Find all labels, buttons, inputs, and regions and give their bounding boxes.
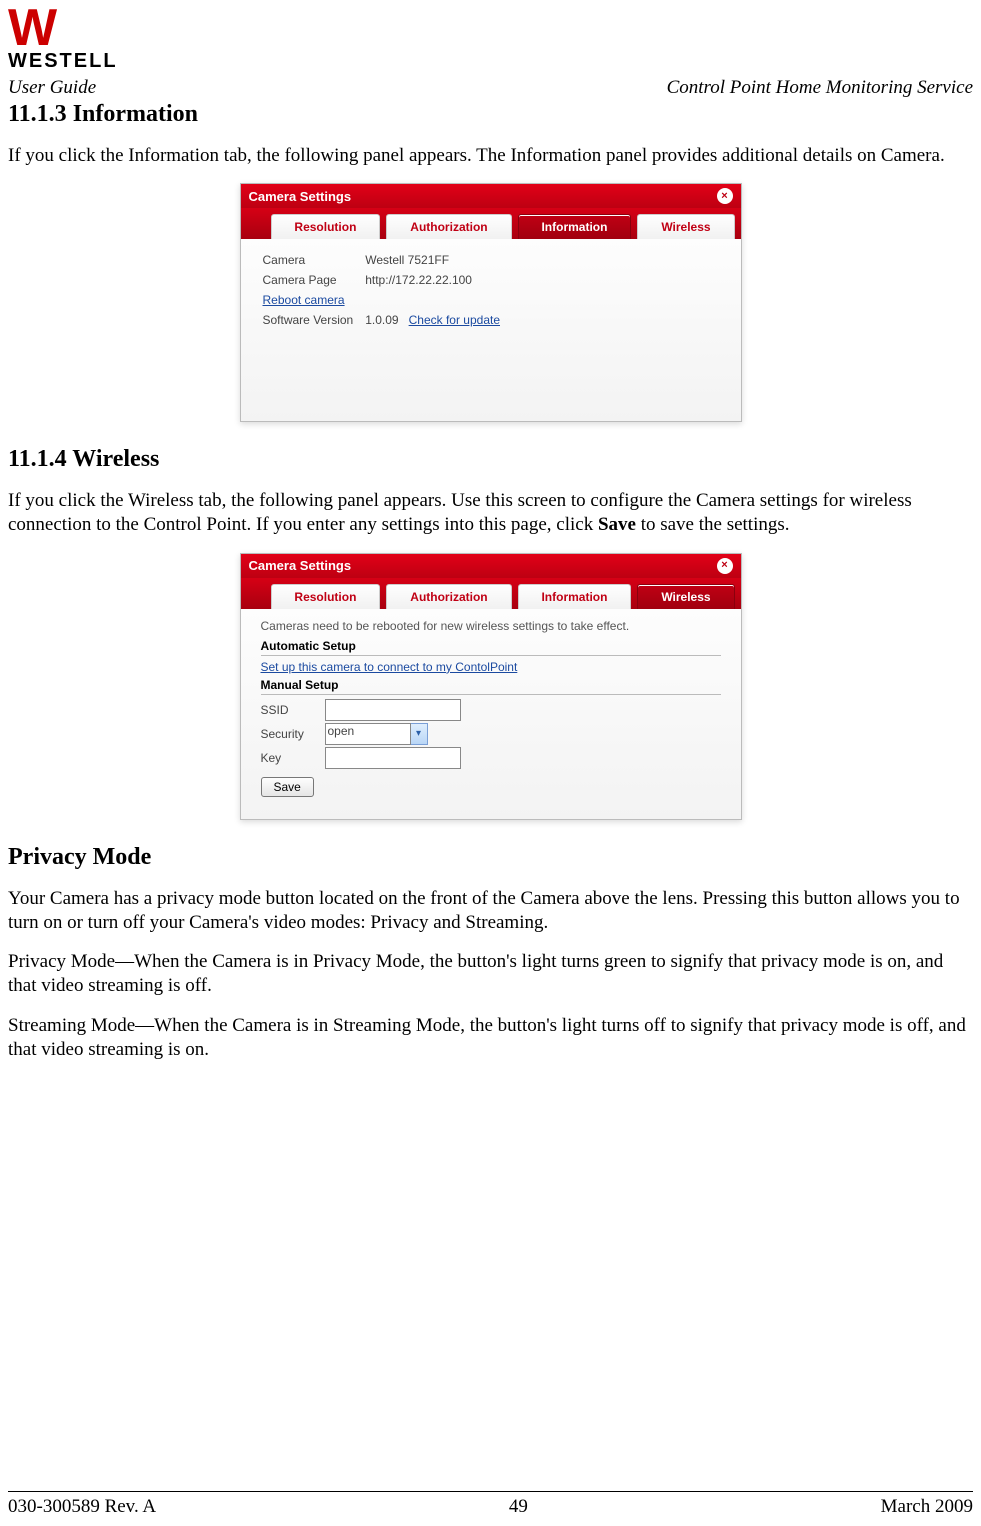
page: W WESTELL User Guide Control Point Home … [8,8,973,1518]
section-paragraph: If you click the Information tab, the fo… [8,144,973,168]
panel-title: Camera Settings [249,189,352,204]
footer-page-number: 49 [509,1496,528,1518]
panel-container: Camera Settings × Resolution Authorizati… [8,183,973,422]
manual-setup-heading: Manual Setup [261,678,721,692]
key-label: Key [261,751,317,765]
section-heading-information: 11.1.3 Information [8,101,973,128]
panel-titlebar: Camera Settings × [241,184,741,208]
security-select[interactable]: open▾ [325,723,428,745]
page-header-row: User Guide Control Point Home Monitoring… [8,77,973,99]
panel-body: Cameras need to be rebooted for new wire… [241,609,741,819]
camera-settings-panel-wireless: Camera Settings × Resolution Authorizati… [240,553,742,820]
security-value: open [325,723,411,745]
footer-left: 030-300589 Rev. A [8,1496,156,1518]
ssid-input[interactable] [325,699,461,721]
automatic-setup-heading: Automatic Setup [261,639,721,653]
footer-right: March 2009 [881,1496,973,1518]
section-paragraph: Your Camera has a privacy mode button lo… [8,887,973,935]
section-paragraph: Streaming Mode—When the Camera is in Str… [8,1014,973,1062]
panel-body: Camera Westell 7521FF Camera Page http:/… [241,239,741,421]
section-number: 11.1.4 [8,446,67,472]
header-right: Control Point Home Monitoring Service [667,77,973,99]
save-button[interactable]: Save [261,777,314,797]
software-version-value: 1.0.09 [365,313,398,327]
tab-wireless[interactable]: Wireless [637,584,734,609]
tab-information[interactable]: Information [518,584,632,609]
camera-label: Camera [263,251,364,269]
security-label: Security [261,727,317,741]
tab-authorization[interactable]: Authorization [386,584,511,609]
panel-titlebar: Camera Settings × [241,554,741,578]
section-paragraph: Privacy Mode—When the Camera is in Priva… [8,950,973,998]
section-heading-privacy-mode: Privacy Mode [8,844,973,871]
software-version-label: Software Version [263,311,364,329]
section-title: Wireless [72,446,159,472]
logo-wordmark: WESTELL [8,50,973,73]
chevron-down-icon: ▾ [411,723,428,745]
key-input[interactable] [325,747,461,769]
tab-spacer [247,214,265,239]
divider [261,694,721,695]
divider [261,655,721,656]
check-for-update-link[interactable]: Check for update [409,313,500,327]
tab-bar: Resolution Authorization Information Wir… [241,578,741,609]
camera-value: Westell 7521FF [365,251,510,269]
camera-settings-panel-information: Camera Settings × Resolution Authorizati… [240,183,742,422]
brand-logo: W WESTELL [8,8,973,73]
header-left: User Guide [8,77,96,99]
tab-resolution[interactable]: Resolution [271,584,381,609]
close-icon[interactable]: × [717,188,733,204]
panel-title: Camera Settings [249,558,352,573]
camera-page-label: Camera Page [263,271,364,289]
camera-page-value: http://172.22.22.100 [365,271,510,289]
reboot-camera-link[interactable]: Reboot camera [263,293,345,307]
tab-information[interactable]: Information [518,214,632,239]
tab-bar: Resolution Authorization Information Wir… [241,208,741,239]
panel-container: Camera Settings × Resolution Authorizati… [8,553,973,820]
paragraph-text: to save the settings. [636,514,790,535]
tab-authorization[interactable]: Authorization [386,214,511,239]
section-title: Information [73,101,198,127]
info-table: Camera Westell 7521FF Camera Page http:/… [261,249,513,331]
section-number: 11.1.3 [8,101,67,127]
paragraph-bold: Save [598,514,636,535]
tab-resolution[interactable]: Resolution [271,214,381,239]
tab-spacer [247,584,265,609]
logo-mark: W [8,8,973,50]
section-heading-wireless: 11.1.4 Wireless [8,446,973,473]
tab-wireless[interactable]: Wireless [637,214,734,239]
close-icon[interactable]: × [717,558,733,574]
auto-setup-link[interactable]: Set up this camera to connect to my Cont… [261,660,518,674]
ssid-label: SSID [261,703,317,717]
wireless-note: Cameras need to be rebooted for new wire… [261,619,721,633]
page-footer: 030-300589 Rev. A 49 March 2009 [8,1491,973,1518]
section-paragraph: If you click the Wireless tab, the follo… [8,489,973,537]
